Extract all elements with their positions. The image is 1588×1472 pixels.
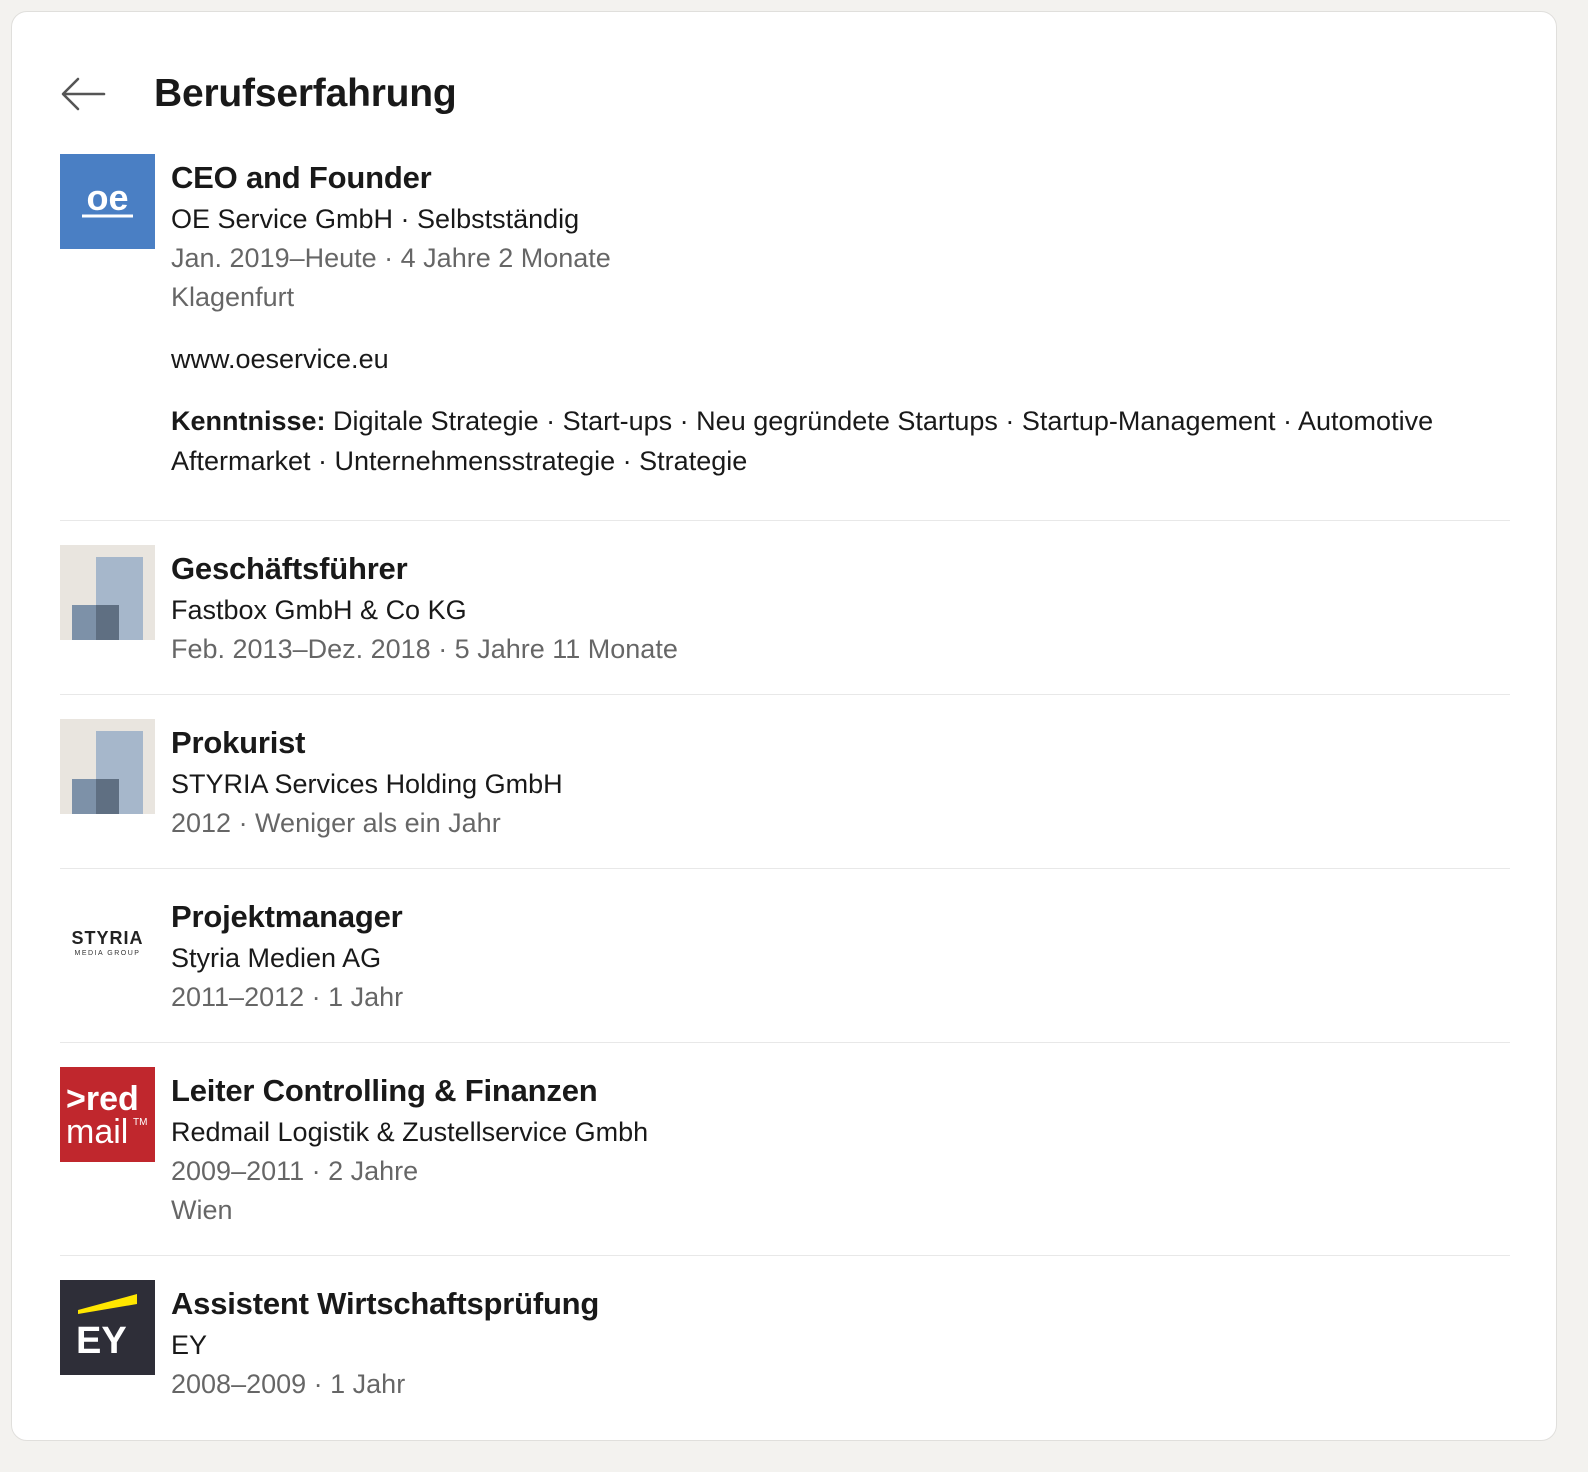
role-title: CEO and Founder — [171, 160, 432, 195]
role-title: Projektmanager — [171, 899, 403, 934]
oe-service-logo[interactable]: oe — [60, 154, 155, 249]
role-title: Geschäftsführer — [171, 551, 408, 586]
company-name: Redmail Logistik & Zustellservice Gmbh — [171, 1117, 649, 1147]
role-title: Prokurist — [171, 725, 306, 760]
experience-info: Assistent Wirtschaftsprüfung EY 2008–200… — [171, 1280, 1510, 1415]
svg-text:oe: oe — [86, 177, 128, 218]
experience-item[interactable]: Geschäftsführer Fastbox GmbH & Co KG Feb… — [60, 520, 1510, 694]
experience-info: Prokurist STYRIA Services Holding GmbH 2… — [171, 719, 1510, 868]
experience-info: CEO and Founder OE Service GmbH · Selbst… — [171, 154, 1510, 520]
skills: Kenntnisse: Digitale Strategie · Start-u… — [171, 401, 1510, 481]
date-range: 2011–2012 · 1 Jahr — [171, 982, 404, 1012]
description: www.oeservice.eu — [171, 344, 389, 374]
svg-text:EY: EY — [76, 1320, 127, 1362]
arrow-left-icon — [61, 77, 106, 111]
skills-label: Kenntnisse: — [171, 406, 326, 436]
experience-item[interactable]: EY Assistent Wirtschaftsprüfung EY 2008–… — [60, 1255, 1510, 1415]
styria-media-group-logo[interactable]: STYRIA MEDIA GROUP — [60, 893, 155, 988]
company-name: Fastbox GmbH & Co KG — [171, 595, 467, 625]
date-range: 2012 · Weniger als ein Jahr — [171, 808, 501, 838]
page-header: Berufserfahrung — [60, 64, 457, 124]
experience-card: Berufserfahrung oe CEO and Founder OE Se… — [11, 11, 1557, 1441]
role-title: Assistent Wirtschaftsprüfung — [171, 1286, 600, 1321]
location: Wien — [171, 1195, 233, 1225]
company-name: OE Service GmbH · Selbstständig — [171, 204, 580, 234]
redmail-logo[interactable]: >red mail TM — [60, 1067, 155, 1162]
date-range: 2009–2011 · 2 Jahre — [171, 1156, 419, 1186]
experience-item[interactable]: oe CEO and Founder OE Service GmbH · Sel… — [60, 154, 1510, 520]
date-range: Jan. 2019–Heute · 4 Jahre 2 Monate — [171, 243, 611, 273]
experience-info: Projektmanager Styria Medien AG 2011–201… — [171, 893, 1510, 1042]
role-title: Leiter Controlling & Finanzen — [171, 1073, 598, 1108]
back-button[interactable] — [60, 70, 108, 118]
page-title: Berufserfahrung — [154, 72, 457, 115]
date-range: 2008–2009 · 1 Jahr — [171, 1369, 406, 1399]
skills-list: Digitale Strategie · Start-ups · Neu geg… — [171, 406, 1434, 476]
svg-text:STYRIA: STYRIA — [71, 928, 143, 948]
company-name: EY — [171, 1330, 208, 1360]
experience-list: oe CEO and Founder OE Service GmbH · Sel… — [60, 154, 1510, 1415]
experience-info: Leiter Controlling & Finanzen Redmail Lo… — [171, 1067, 1510, 1255]
svg-text:MEDIA GROUP: MEDIA GROUP — [75, 950, 141, 957]
location: Klagenfurt — [171, 282, 295, 312]
svg-text:TM: TM — [133, 1117, 147, 1128]
svg-text:mail: mail — [66, 1113, 128, 1151]
experience-item[interactable]: >red mail TM Leiter Controlling & Finanz… — [60, 1042, 1510, 1255]
company-name: STYRIA Services Holding GmbH — [171, 769, 563, 799]
ey-logo[interactable]: EY — [60, 1280, 155, 1375]
placeholder-company-logo[interactable] — [60, 719, 155, 814]
company-name: Styria Medien AG — [171, 943, 382, 973]
experience-item[interactable]: STYRIA MEDIA GROUP Projektmanager Styria… — [60, 868, 1510, 1042]
date-range: Feb. 2013–Dez. 2018 · 5 Jahre 11 Monate — [171, 634, 678, 664]
experience-info: Geschäftsführer Fastbox GmbH & Co KG Feb… — [171, 545, 1510, 694]
placeholder-company-logo[interactable] — [60, 545, 155, 640]
experience-item[interactable]: Prokurist STYRIA Services Holding GmbH 2… — [60, 694, 1510, 868]
